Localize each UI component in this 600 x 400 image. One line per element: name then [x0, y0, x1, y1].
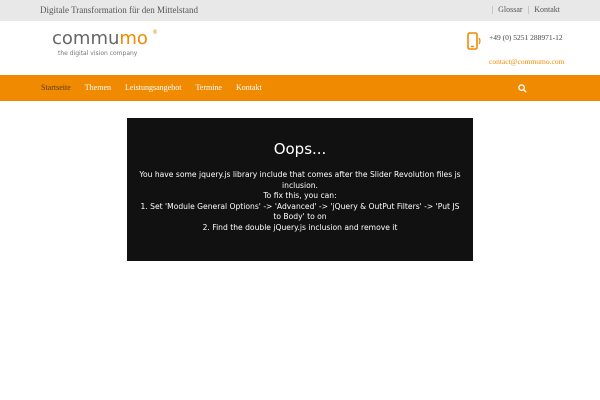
logo-registered-mark: ®: [152, 29, 158, 36]
logo[interactable]: commumo ® the digital vision company: [52, 28, 158, 58]
nav-item-themen[interactable]: Themen: [85, 83, 111, 92]
search-icon[interactable]: [518, 84, 527, 93]
error-title: Oops...: [273, 140, 327, 158]
top-link-glossar[interactable]: Glossar: [498, 5, 522, 14]
contact-phone: +49 (0) 5251 288971-12: [489, 33, 563, 42]
top-link-kontakt[interactable]: Kontakt: [534, 5, 560, 14]
error-line: 2. Find the double jQuery.js inclusion a…: [202, 222, 398, 232]
nav-item-termine[interactable]: Termine: [195, 83, 222, 92]
error-message: You have some jquery.js library include …: [139, 170, 461, 234]
nav-item-leistungsangebot[interactable]: Leistungsangebot: [125, 83, 181, 92]
nav-item-kontakt[interactable]: Kontakt: [236, 83, 262, 92]
slider-error-box: Oops... You have some jquery.js library …: [127, 118, 473, 261]
logo-wordmark: commumo: [52, 28, 148, 49]
main-navigation: Startseite Themen Leistungsangebot Termi…: [0, 75, 600, 101]
top-bar: Digitale Transformation für den Mittelst…: [0, 0, 600, 21]
logo-tagline: the digital vision company: [58, 50, 138, 57]
error-line: 1. Set 'Module General Options' -> 'Adva…: [140, 201, 460, 222]
error-line: You have some jquery.js library include …: [139, 170, 461, 190]
top-links: | Glossar | Kontakt: [491, 5, 560, 14]
error-line: To fix this, you can:: [263, 191, 337, 201]
contact-email[interactable]: contact@commumo.com: [489, 57, 564, 66]
nav-item-startseite[interactable]: Startseite: [41, 83, 71, 92]
mobile-phone-icon: [467, 32, 481, 50]
site-header: commumo ® the digital vision company +49…: [0, 21, 600, 75]
site-tagline: Digitale Transformation für den Mittelst…: [40, 5, 198, 15]
